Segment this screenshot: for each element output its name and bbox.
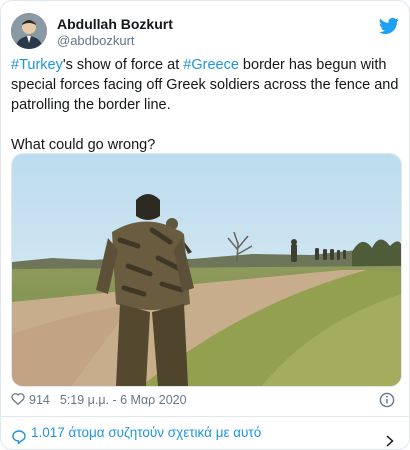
- tweet-meta: 914 5:19 μ.μ. - 6 Μαρ 2020: [11, 391, 399, 409]
- tweet-card[interactable]: Abdullah Bozkurt @abdbozkurt #Turkey's s…: [0, 0, 410, 450]
- tweet-text-paragraph: #Turkey's show of force at #Greece borde…: [11, 55, 399, 115]
- tweet-text: #Turkey's show of force at #Greece borde…: [11, 55, 399, 155]
- chevron-right-icon: [385, 427, 395, 447]
- tweet-header: Abdullah Bozkurt @abdbozkurt: [11, 11, 399, 51]
- author-avatar[interactable]: [11, 13, 47, 49]
- speech-bubble-icon: [11, 425, 27, 445]
- tweet-video[interactable]: [11, 153, 402, 387]
- tweet-text-part-1: 's show of force at: [62, 57, 184, 73]
- tweet-text-line-2: What could go wrong?: [11, 137, 156, 153]
- info-circle-icon[interactable]: [379, 392, 395, 408]
- like-count[interactable]: 914: [29, 393, 50, 407]
- hashtag-greece[interactable]: #Greece: [183, 57, 239, 73]
- conversation-link[interactable]: 1.017 άτομα συζητούν σχετικά με αυτό: [1, 417, 409, 449]
- tweet-timestamp[interactable]: 5:19 μ.μ. - 6 Μαρ 2020: [60, 393, 187, 407]
- author-handle[interactable]: @abdbozkurt: [57, 33, 173, 49]
- heart-outline-icon[interactable]: [11, 392, 25, 410]
- conversation-count-text: 1.017 άτομα συζητούν σχετικά με αυτό: [31, 425, 262, 440]
- twitter-bird-icon[interactable]: [379, 17, 399, 35]
- author-display-name[interactable]: Abdullah Bozkurt: [57, 15, 173, 33]
- hashtag-turkey[interactable]: #Turkey: [11, 57, 63, 73]
- author-names: Abdullah Bozkurt @abdbozkurt: [57, 15, 173, 49]
